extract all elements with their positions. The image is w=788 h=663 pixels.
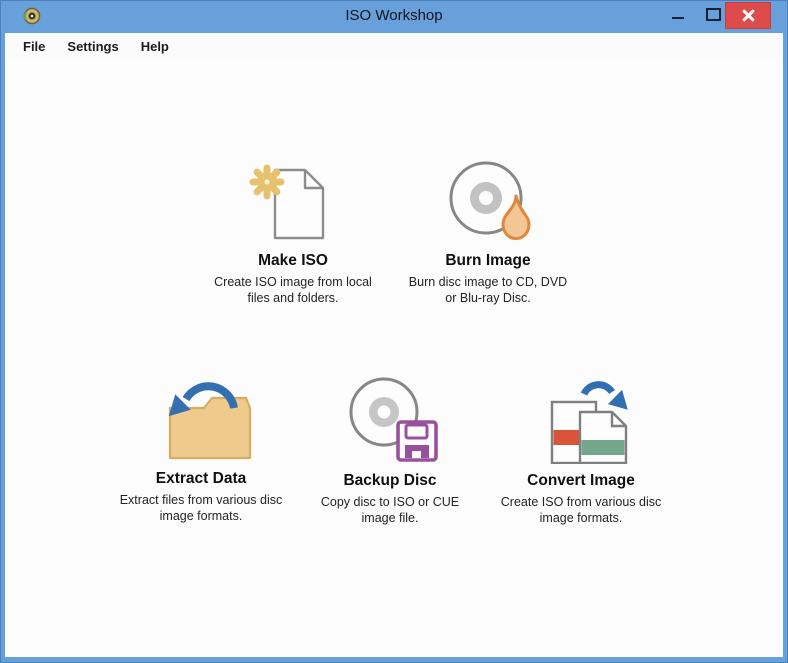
action-title: Extract Data: [155, 470, 247, 487]
description-line: or Blu-ray Disc.: [445, 290, 531, 305]
menu-settings[interactable]: Settings: [56, 35, 129, 58]
minimize-button[interactable]: [663, 0, 693, 29]
minimize-icon: [672, 16, 684, 19]
convert-documents-arrow-icon: [550, 381, 628, 464]
menu-help[interactable]: Help: [130, 35, 180, 58]
maximize-button[interactable]: [698, 0, 728, 29]
action-title: Make ISO: [258, 252, 328, 269]
description-line: Extract files from various disc: [119, 493, 283, 507]
description-line: Create ISO image from local: [214, 275, 372, 289]
action-burn-image[interactable]: Burn Image Burn disc image to CD, DVD or…: [368, 156, 608, 306]
description-line: Create ISO from various disc: [500, 495, 662, 509]
close-button[interactable]: [725, 2, 771, 29]
action-description: Create ISO from various disc image forma…: [501, 495, 661, 526]
description-line: Copy disc to ISO or CUE: [320, 495, 460, 509]
titlebar: ISO Workshop: [0, 0, 788, 33]
menu-file[interactable]: File: [12, 35, 56, 58]
maximize-icon: [705, 8, 721, 21]
action-description: Burn disc image to CD, DVD or Blu-ray Di…: [409, 275, 567, 306]
action-title: Burn Image: [445, 252, 531, 269]
extract-folder-arrow-icon: [168, 382, 252, 460]
make-iso-document-gear-icon: [249, 164, 325, 240]
action-title: Backup Disc: [343, 472, 437, 489]
backup-disc-floppy-icon: [349, 377, 438, 462]
action-description: Create ISO image from local files and fo…: [214, 275, 372, 306]
burn-disc-flame-icon: [449, 161, 531, 240]
action-title: Convert Image: [527, 472, 635, 489]
description-line: files and folders.: [247, 290, 339, 305]
action-description: Copy disc to ISO or CUE image file.: [321, 495, 459, 526]
description-line: Burn disc image to CD, DVD: [408, 275, 568, 289]
action-description: Extract files from various disc image fo…: [120, 493, 283, 524]
menubar: File Settings Help: [5, 33, 783, 60]
description-line: image formats.: [539, 510, 623, 525]
description-line: image file.: [361, 510, 419, 525]
description-line: image formats.: [159, 508, 243, 523]
action-convert-image[interactable]: Convert Image Create ISO from various di…: [461, 372, 701, 526]
close-icon: [742, 9, 755, 22]
main-content: Make ISO Create ISO image from local fil…: [5, 60, 783, 657]
iso-workshop-window: ISO Workshop File Settings Help Make ISO…: [0, 0, 788, 663]
